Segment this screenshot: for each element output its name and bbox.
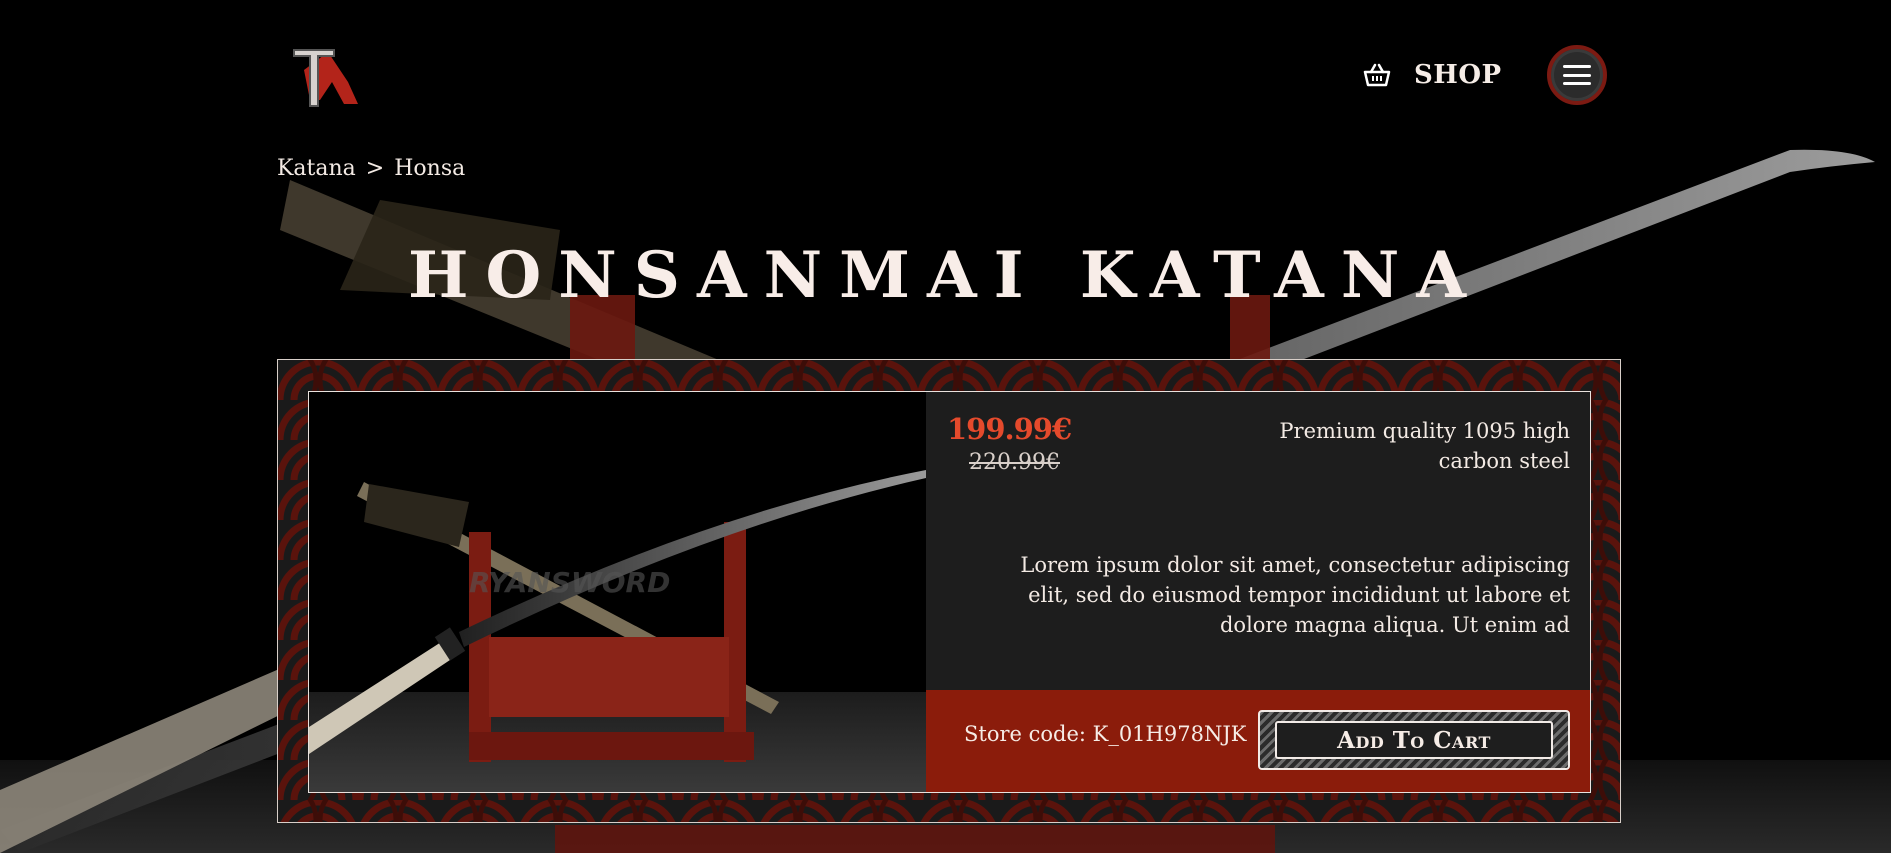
product-image[interactable]: RYANSWORD — [309, 392, 926, 792]
hamburger-menu-icon — [1563, 65, 1591, 85]
product-description: Lorem ipsum dolor sit amet, consectetur … — [1020, 553, 1570, 637]
current-price: 199.99€ — [947, 412, 1072, 446]
tr-logo-icon — [293, 49, 358, 107]
menu-button[interactable] — [1547, 45, 1607, 105]
product-card: RYANSWORD 199.99€ 220.99€ Premium qualit… — [308, 391, 1591, 793]
product-image-watermark: RYANSWORD — [469, 566, 670, 599]
product-action-bar: Store code: K_01H978NJK Add To Cart — [926, 690, 1590, 792]
shop-label: SHOP — [1414, 60, 1502, 90]
breadcrumb: Katana > Honsa — [277, 156, 465, 181]
page-title: HONSANMAI KATANA — [408, 238, 1483, 313]
breadcrumb-item-honsa[interactable]: Honsa — [394, 156, 465, 181]
site-logo[interactable] — [286, 42, 362, 112]
basket-icon — [1363, 63, 1391, 87]
shop-link[interactable]: SHOP — [1362, 52, 1502, 98]
breadcrumb-separator: > — [365, 156, 385, 181]
add-to-cart-label: Add To Cart — [1275, 721, 1553, 759]
product-info: 199.99€ 220.99€ Premium quality 1095 hig… — [926, 392, 1590, 690]
store-code: Store code: K_01H978NJK — [964, 722, 1247, 746]
breadcrumb-item-katana[interactable]: Katana — [277, 156, 356, 181]
katana-on-stand-image: RYANSWORD — [309, 392, 926, 792]
add-to-cart-button[interactable]: Add To Cart — [1258, 710, 1570, 770]
product-feature: Premium quality 1095 high carbon steel — [1279, 419, 1570, 473]
old-price: 220.99€ — [969, 450, 1060, 475]
